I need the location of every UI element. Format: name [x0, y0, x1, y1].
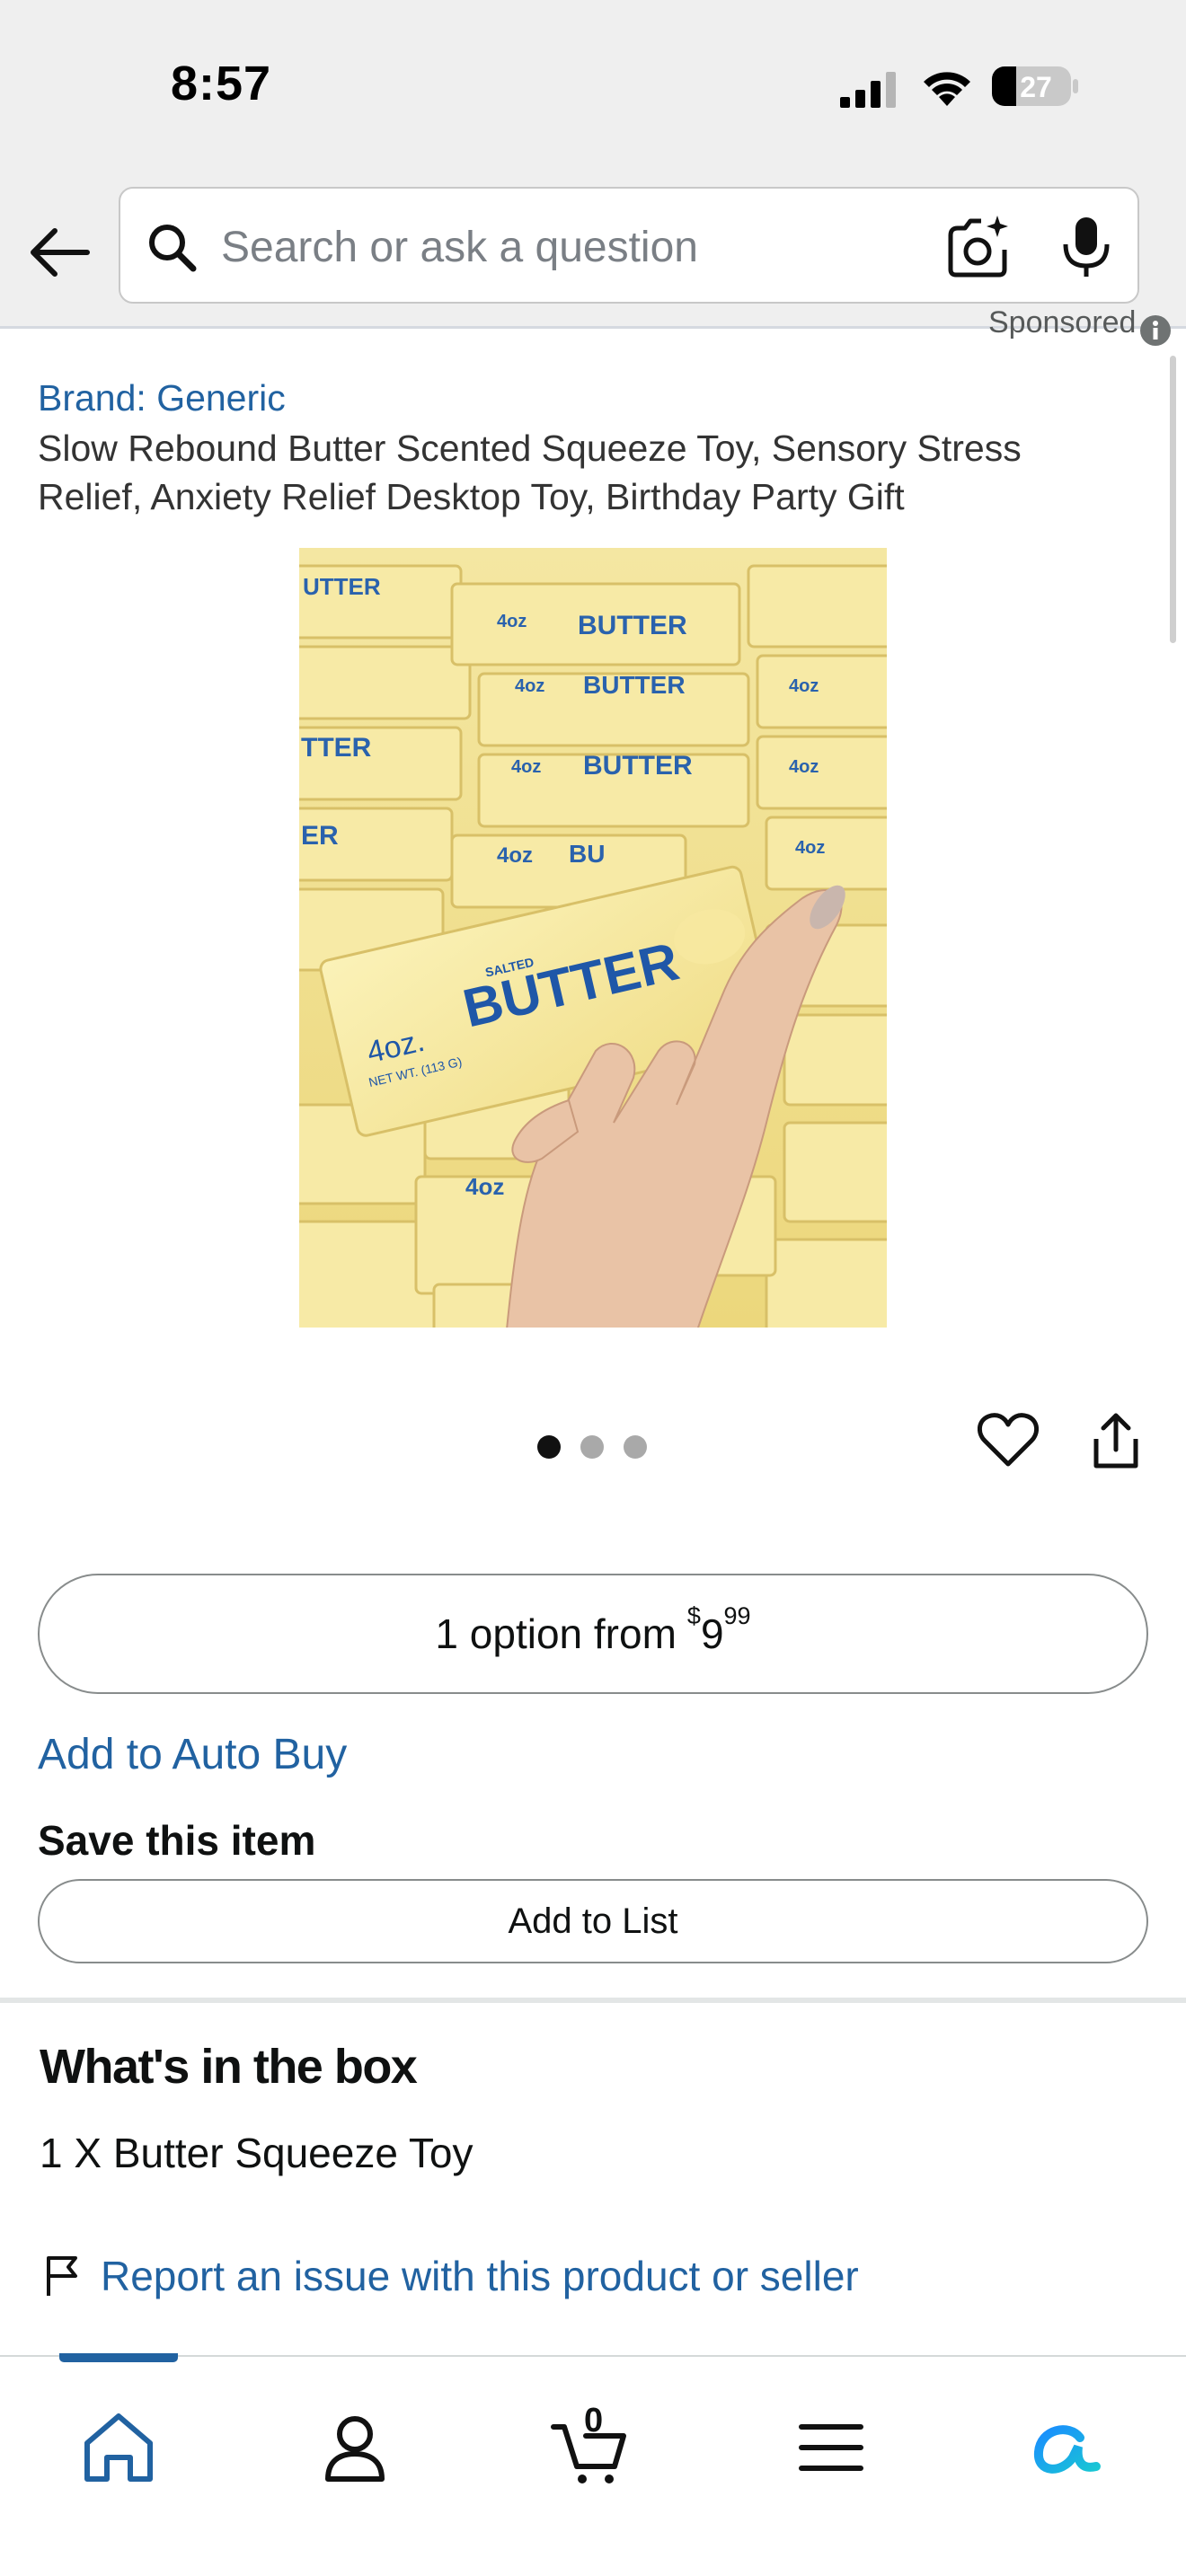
svg-text:BUTTER: BUTTER	[583, 671, 686, 699]
scroll-indicator	[1170, 356, 1176, 643]
price-fraction: 99	[723, 1601, 751, 1629]
svg-text:4oz: 4oz	[789, 676, 819, 696]
product-page: 8:57 27 Search or ask a question Sponsor…	[0, 0, 1186, 2576]
search-box[interactable]	[119, 187, 1139, 304]
battery-icon: 27	[991, 65, 1079, 108]
cart-button[interactable]: 0	[550, 2402, 631, 2488]
sponsored-label: Sponsored	[988, 305, 1137, 340]
menu-icon[interactable]	[791, 2407, 872, 2488]
rufus-icon[interactable]	[1024, 2407, 1105, 2488]
whats-in-box-contents: 1 X Butter Squeeze Toy	[40, 2130, 474, 2176]
carousel-dot[interactable]	[624, 1435, 647, 1459]
price-currency: $	[686, 1601, 701, 1629]
nav-active-indicator	[59, 2353, 178, 2362]
mic-icon[interactable]	[1058, 214, 1114, 280]
search-input[interactable]	[221, 207, 940, 287]
svg-text:BUTTER: BUTTER	[578, 611, 687, 640]
svg-text:4oz: 4oz	[511, 757, 541, 777]
account-icon[interactable]	[314, 2407, 395, 2488]
heart-icon[interactable]	[978, 1410, 1039, 1471]
add-to-list-button[interactable]: Add to List	[38, 1879, 1148, 1963]
options-text: 1 option from	[435, 1610, 677, 1657]
price-whole: 9	[700, 1610, 724, 1657]
carousel-dots[interactable]	[537, 1435, 647, 1459]
bottom-nav: 0	[0, 2353, 1186, 2576]
svg-text:TTER: TTER	[301, 733, 372, 763]
save-item-heading: Save this item	[38, 1817, 316, 1864]
section-divider	[0, 1998, 1186, 2003]
battery-level: 27	[1020, 71, 1052, 103]
options-button[interactable]: 1 option from $ 9 99	[38, 1574, 1148, 1694]
svg-text:4oz: 4oz	[789, 757, 819, 777]
svg-text:UTTER: UTTER	[303, 573, 381, 600]
product-title: Slow Rebound Butter Scented Squeeze Toy,…	[38, 428, 1022, 517]
svg-text:4oz: 4oz	[497, 843, 533, 868]
wifi-icon	[924, 72, 970, 106]
svg-text:4oz: 4oz	[515, 676, 544, 696]
carousel-dot[interactable]	[537, 1435, 561, 1459]
cart-count: 0	[584, 2402, 604, 2439]
camera-icon[interactable]	[945, 214, 1012, 280]
flag-icon	[47, 2256, 77, 2296]
svg-text:ER: ER	[301, 821, 339, 851]
product-image[interactable]: UTTER TTER ER BUTTER BUTTER BUTTER 4oz 4…	[299, 548, 887, 1328]
status-bar: 8:57 27	[0, 0, 1186, 171]
svg-text:BUTTER: BUTTER	[583, 751, 693, 781]
whats-in-box-heading: What's in the box	[40, 2040, 418, 2094]
brand-link[interactable]: Brand: Generic	[38, 377, 286, 419]
status-time: 8:57	[171, 57, 272, 110]
back-button[interactable]	[22, 216, 95, 289]
carousel-dot[interactable]	[580, 1435, 604, 1459]
home-icon[interactable]	[78, 2407, 159, 2488]
report-issue-row[interactable]: Report an issue with this product or sel…	[43, 2249, 859, 2303]
info-icon[interactable]	[1139, 314, 1172, 347]
back-arrow-icon	[31, 228, 90, 277]
report-issue-link[interactable]: Report an issue with this product or sel…	[101, 2252, 859, 2300]
search-icon	[149, 225, 197, 272]
svg-text:BU: BU	[569, 840, 605, 868]
svg-text:4oz: 4oz	[497, 612, 527, 631]
svg-text:4oz: 4oz	[795, 838, 825, 858]
svg-text:4oz: 4oz	[465, 1173, 504, 1200]
signal-icon	[840, 72, 896, 108]
share-icon[interactable]	[1089, 1410, 1143, 1471]
add-to-auto-buy-link[interactable]: Add to Auto Buy	[38, 1730, 347, 1779]
